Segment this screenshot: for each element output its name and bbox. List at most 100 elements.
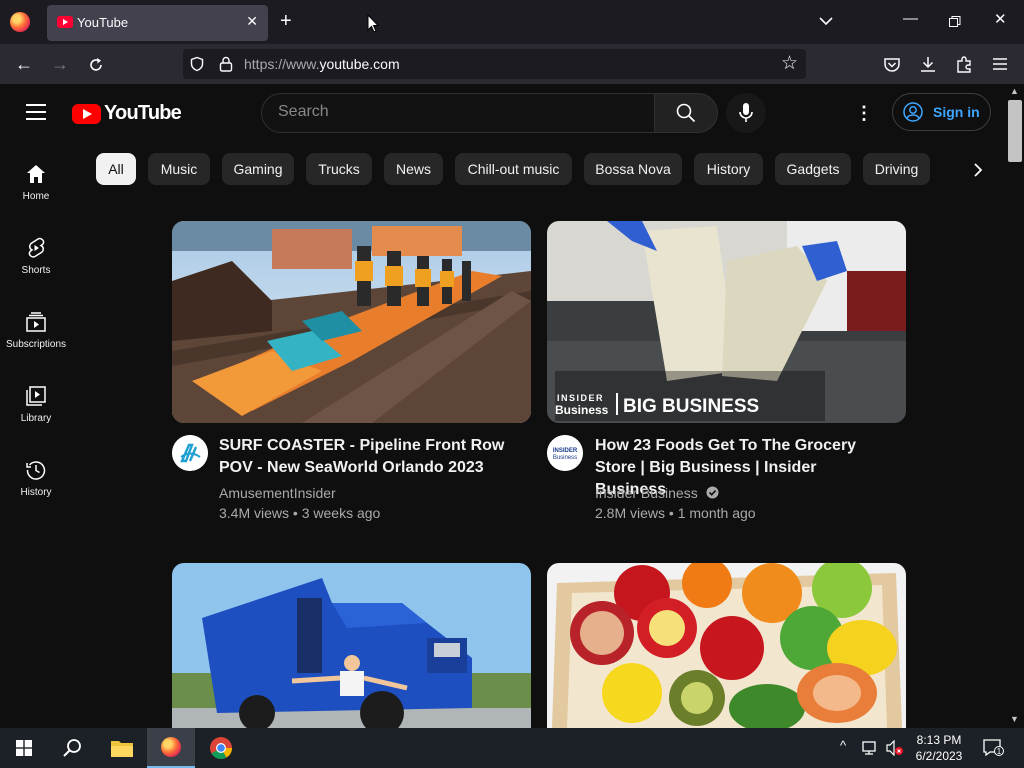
chip-history[interactable]: History [694,153,763,185]
avatar-text-top: INSIDER [553,448,578,454]
firefox-taskbar-button[interactable] [147,728,195,768]
video-title[interactable]: SURF COASTER - Pipeline Front Row POV - … [219,435,519,479]
pocket-icon[interactable] [883,56,901,74]
search-input[interactable] [278,103,638,121]
start-button[interactable] [0,728,48,768]
volume-muted-icon[interactable] [886,740,904,756]
extensions-icon[interactable] [955,55,973,73]
sign-in-label: Sign in [933,104,980,120]
action-center-button[interactable]: 1 [982,738,1004,758]
browser-tab-strip: YouTube ✕ + — ✕ [0,0,1024,44]
chip-gadgets[interactable]: Gadgets [775,153,851,185]
new-tab-icon[interactable]: + [280,10,292,32]
chip-trucks[interactable]: Trucks [306,153,372,185]
search-icon [676,103,696,123]
search-button[interactable] [654,93,718,133]
windows-taskbar: ^ 8:13 PM 6/2/2023 1 [0,728,1024,768]
view-count: 3.4M views [219,505,290,521]
verified-badge-icon [706,486,719,499]
video-thumbnail[interactable]: INSIDER Business BIG BUSINESS [547,221,906,423]
back-icon[interactable]: ← [13,53,35,75]
forward-icon[interactable]: → [49,53,71,75]
youtube-header: YouTube ⋮ Sign in [0,84,1006,142]
windows-logo-icon [16,740,32,756]
search-box[interactable] [261,93,655,133]
sidebar-item-label: History [20,487,52,498]
scrollbar-thumb[interactable] [1008,100,1022,162]
blue-bus-thumbnail-image [172,563,531,728]
thumb-caption-sub: Business [555,403,609,417]
clock-date: 6/2/2023 [915,749,963,763]
chip-music[interactable]: Music [148,153,210,185]
chip-chill-out-music[interactable]: Chill-out music [455,153,572,185]
notification-count-badge: 1 [994,746,1004,756]
video-thumbnail[interactable] [547,563,906,728]
view-count: 2.8M views [595,505,666,521]
video-thumbnail[interactable] [172,221,531,423]
minimize-icon[interactable]: — [903,10,918,27]
chevron-right-icon[interactable] [964,156,992,184]
shield-icon[interactable] [189,56,205,72]
thumb-caption-top: INSIDER [557,393,604,403]
chip-news[interactable]: News [384,153,443,185]
sidebar-item-label: Home [22,191,50,202]
page-scrollbar[interactable]: ▲ ▼ [1006,84,1024,728]
sign-in-button[interactable]: Sign in [892,93,991,131]
guide-menu-icon[interactable] [26,104,46,120]
scroll-up-icon[interactable]: ▲ [1010,86,1019,96]
voice-search-button[interactable] [726,93,766,133]
app-menu-icon[interactable] [992,57,1008,71]
youtube-favicon-icon [57,16,73,28]
amusementinsider-logo-icon [172,435,208,471]
browser-tab[interactable]: YouTube ✕ [47,5,268,41]
sidebar-item-label: Shorts [21,265,51,276]
lock-icon[interactable] [219,56,233,72]
channel-avatar[interactable]: INSIDER Business [547,435,583,471]
home-icon [27,165,45,183]
chip-all[interactable]: All [96,153,136,185]
cheese-factory-thumbnail-image: INSIDER Business BIG BUSINESS [547,221,906,423]
video-metadata: 2.8M views • 1 month ago [595,505,756,521]
sidebar-item-shorts[interactable]: Shorts [0,237,72,311]
show-hidden-icons-icon[interactable]: ^ [840,738,846,753]
subscriptions-icon [26,312,46,332]
search-icon [63,739,81,757]
channel-avatar[interactable] [172,435,208,471]
url-bar[interactable]: https://www.youtube.com ☆ [183,49,806,79]
chip-bossa-nova[interactable]: Bossa Nova [584,153,682,185]
chip-driving[interactable]: Driving [863,153,930,185]
sidebar-item-subscriptions[interactable]: Subscriptions [0,311,72,385]
upload-age: 3 weeks ago [301,505,381,521]
video-thumbnail[interactable] [172,563,531,728]
scroll-down-icon[interactable]: ▼ [1010,714,1019,724]
list-all-tabs-icon[interactable] [817,12,835,30]
firefox-icon[interactable] [10,12,30,32]
sidebar-item-history[interactable]: History [0,459,72,533]
chip-gaming[interactable]: Gaming [222,153,294,185]
url-host: youtube.com [319,56,400,72]
taskbar-clock[interactable]: 8:13 PM 6/2/2023 [905,732,973,764]
channel-name[interactable]: AmusementInsider [219,485,336,501]
upload-age: 1 month ago [677,505,756,521]
tab-close-icon[interactable]: ✕ [246,13,258,30]
chrome-taskbar-button[interactable] [197,728,245,768]
microphone-icon [739,103,753,122]
channel-name-row: Insider Business [595,485,719,501]
reload-icon[interactable] [87,56,105,74]
taskbar-search-button[interactable] [48,728,96,768]
channel-name[interactable]: Insider Business [595,485,698,501]
mouse-cursor-icon [367,14,379,33]
file-explorer-button[interactable] [98,728,146,768]
bookmark-star-icon[interactable]: ☆ [781,52,798,75]
folder-icon [111,741,133,757]
downloads-icon[interactable] [919,55,937,73]
restore-icon[interactable] [949,16,961,28]
close-window-icon[interactable]: ✕ [994,10,1007,28]
sidebar-item-home[interactable]: Home [0,163,72,237]
network-icon[interactable] [862,740,880,756]
shorts-icon [28,237,45,258]
video-metadata: 3.4M views • 3 weeks ago [219,505,381,521]
url-scheme: https://www. [244,56,320,72]
sidebar-item-library[interactable]: Library [0,385,72,459]
more-options-icon[interactable]: ⋮ [852,102,876,126]
